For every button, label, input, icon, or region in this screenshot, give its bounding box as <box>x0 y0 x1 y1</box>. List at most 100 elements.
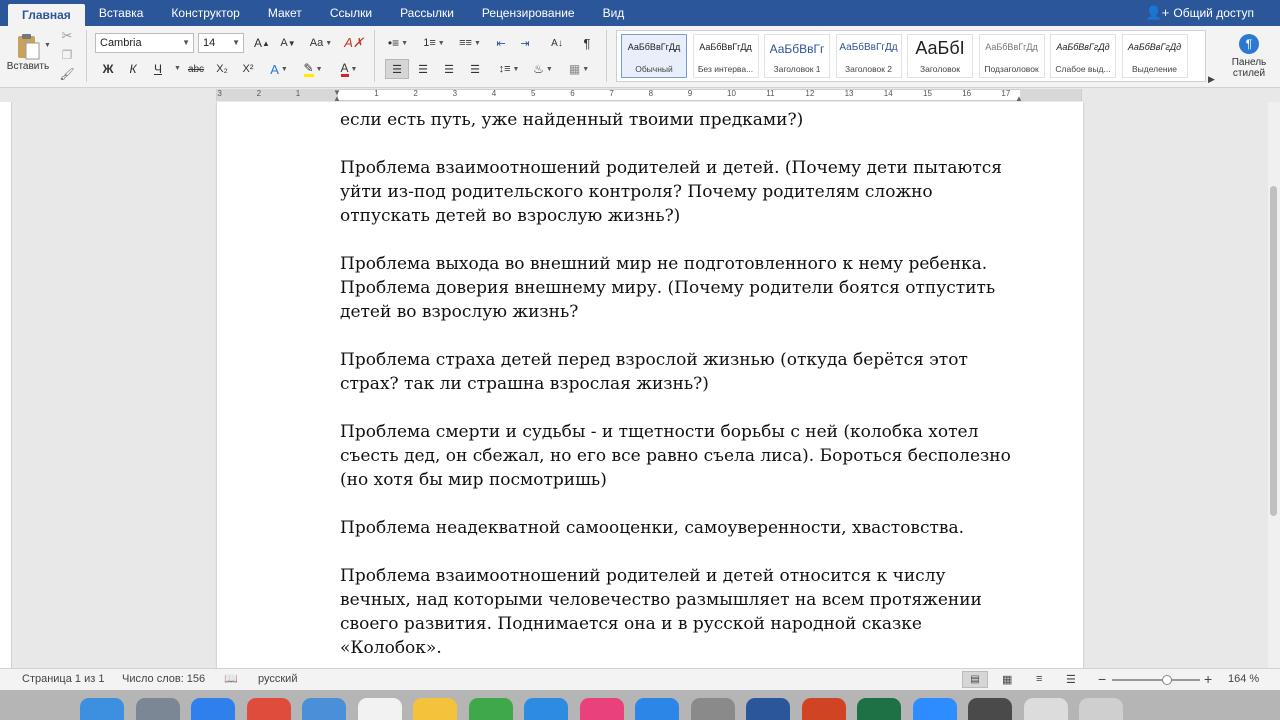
chrome-icon[interactable] <box>246 698 291 720</box>
copy-button[interactable]: ❐ <box>58 47 76 63</box>
shading-button[interactable]: ♨ ▼ <box>528 59 558 79</box>
style-7[interactable]: АаБбВвГгДд Выделение <box>1121 34 1188 78</box>
italic-button[interactable]: К <box>122 59 144 79</box>
style-1[interactable]: АаБбВвГгДд Без интерва... <box>692 34 759 78</box>
zoom-out-button[interactable]: − <box>1098 671 1106 687</box>
preview-icon[interactable] <box>1023 698 1068 720</box>
quicktime-icon[interactable] <box>968 698 1012 720</box>
page-count[interactable]: Страница 1 из 1 <box>22 673 104 685</box>
align-left-button[interactable]: ☰ <box>385 59 409 79</box>
horizontal-ruler[interactable]: 3 2 1 1 2 3 4 5 6 7 8 9 10 11 12 13 14 15 16 17 ▼ ▲ ▲ <box>0 88 1280 103</box>
numbers-icon[interactable] <box>468 698 513 720</box>
paragraph-5[interactable]: Проблема неадекватной самооценки, самоув… <box>340 516 1030 540</box>
style-5[interactable]: АаБбВвГгДд Подзаголовок <box>978 34 1045 78</box>
cut-button[interactable]: ✂ <box>58 28 76 44</box>
zoom-icon[interactable] <box>912 698 957 720</box>
word-count[interactable]: Число слов: 156 <box>122 673 205 685</box>
document-workspace[interactable]: если есть путь, уже найденный твоими пре… <box>12 102 1268 668</box>
mail-icon[interactable] <box>302 698 346 720</box>
system-preferences-icon[interactable] <box>690 698 735 720</box>
itunes-icon[interactable] <box>579 698 624 720</box>
share-button[interactable]: 👤+ Общий доступ <box>1146 0 1254 26</box>
trash-icon[interactable] <box>1079 698 1123 720</box>
zoom-in-button[interactable]: + <box>1204 671 1212 687</box>
paragraph-0[interactable]: если есть путь, уже найденный твоими пре… <box>340 108 1030 132</box>
notes-icon[interactable] <box>413 698 457 720</box>
superscript-button[interactable]: X² <box>237 59 259 79</box>
style-6[interactable]: АаБбВвГгДд Слабое выд... <box>1050 34 1116 78</box>
grow-font-button[interactable]: A ▲ <box>250 33 274 53</box>
underline-button[interactable]: Ч <box>147 59 169 79</box>
tab-6[interactable]: Рецензирование <box>468 0 589 26</box>
strikethrough-button[interactable]: abc <box>184 59 208 79</box>
style-4[interactable]: АаБбI Заголовок <box>907 34 973 78</box>
font-size-select[interactable]: 14 ▼ <box>198 33 244 53</box>
style-0[interactable]: АаБбВвГгДд Обычный <box>621 34 687 78</box>
clear-formatting-button[interactable]: A✗ <box>342 33 366 53</box>
styles-pane-button[interactable]: ¶ Панель стилей <box>1224 32 1274 84</box>
calendar-icon[interactable] <box>357 698 402 720</box>
font-family-select[interactable]: Cambria ▼ <box>95 33 194 53</box>
tab-4[interactable]: Ссылки <box>316 0 386 26</box>
proofing-icon[interactable]: 📖 <box>224 672 238 685</box>
borders-button[interactable]: ▦ ▼ <box>562 59 596 79</box>
tab-7[interactable]: Вид <box>589 0 639 26</box>
paste-button[interactable]: Вставить <box>6 28 50 76</box>
format-painter-button[interactable]: 🖌 <box>58 66 76 82</box>
powerpoint-icon[interactable] <box>801 698 846 720</box>
zoom-slider[interactable] <box>1112 675 1200 685</box>
app-store-icon[interactable] <box>635 698 679 720</box>
style-3[interactable]: АаБбВвГгДд Заголовок 2 <box>835 34 902 78</box>
vertical-scrollbar[interactable] <box>1268 102 1280 668</box>
align-center-button[interactable]: ☰ <box>411 59 435 79</box>
zoom-slider-thumb[interactable] <box>1161 675 1172 685</box>
paragraph-3[interactable]: Проблема страха детей перед взрослой жиз… <box>340 348 1030 396</box>
paragraph-6[interactable]: Проблема взаимоотношений родителей и дет… <box>340 564 1030 660</box>
launchpad-icon[interactable] <box>135 698 180 720</box>
align-right-button[interactable]: ☰ <box>437 59 461 79</box>
highlight-button[interactable]: ✎ ▼ <box>298 59 328 79</box>
print-layout-button[interactable]: ▤ <box>962 671 988 688</box>
paragraph-4[interactable]: Проблема смерти и судьбы - и тщетности б… <box>340 420 1030 492</box>
word-icon[interactable] <box>746 698 790 720</box>
tab-1[interactable]: Вставка <box>85 0 158 26</box>
language[interactable]: русский <box>258 673 297 685</box>
outline-view-icon[interactable]: ≡ <box>1036 673 1042 685</box>
document-body[interactable]: если есть путь, уже найденный твоими пре… <box>340 108 1030 668</box>
font-color-button[interactable]: A ▼ <box>334 59 364 79</box>
decrease-indent-button[interactable]: ⇤ <box>490 33 512 53</box>
numbering-button[interactable]: 1≡ ▼ <box>418 33 450 53</box>
justify-button[interactable]: ☰ <box>463 59 487 79</box>
shrink-font-button[interactable]: A ▼ <box>276 33 300 53</box>
subscript-button[interactable]: X₂ <box>211 59 233 79</box>
draft-view-icon[interactable]: ☰ <box>1066 673 1076 686</box>
gallery-next-icon[interactable]: ▶ <box>1208 74 1215 85</box>
show-marks-button[interactable]: ¶ <box>576 33 598 53</box>
tab-0[interactable]: Главная <box>8 4 85 26</box>
multilevel-list-button[interactable]: ≡≡ ▼ <box>454 33 486 53</box>
underline-dropdown-icon[interactable]: ▼ <box>174 65 181 72</box>
paragraph-2[interactable]: Проблема выхода во внешний мир не подгот… <box>340 252 1030 324</box>
bullets-button[interactable]: •≡ ▼ <box>382 33 414 53</box>
keynote-icon[interactable] <box>524 698 568 720</box>
scrollbar-thumb[interactable] <box>1270 186 1277 516</box>
line-spacing-button[interactable]: ↕≡ ▼ <box>494 59 524 79</box>
paragraph-1[interactable]: Проблема взаимоотношений родителей и дет… <box>340 156 1030 228</box>
change-case-button[interactable]: Aa ▼ <box>306 33 336 53</box>
zoom-level[interactable]: 164 % <box>1228 673 1259 685</box>
tab-3[interactable]: Макет <box>254 0 316 26</box>
text-effects-button[interactable]: A ▼ <box>264 59 294 79</box>
safari-icon[interactable] <box>191 698 235 720</box>
sort-button[interactable]: A↓ <box>546 33 568 53</box>
finder-icon[interactable] <box>80 698 124 720</box>
tab-2[interactable]: Конструктор <box>157 0 253 26</box>
excel-icon[interactable] <box>857 698 901 720</box>
vertical-ruler[interactable] <box>0 102 12 668</box>
style-2[interactable]: АаБбВвГг Заголовок 1 <box>764 34 830 78</box>
paste-dropdown-icon[interactable]: ▼ <box>44 42 51 49</box>
document-page[interactable]: если есть путь, уже найденный твоими пре… <box>217 102 1083 668</box>
web-layout-icon[interactable]: ▦ <box>1002 673 1012 686</box>
tab-5[interactable]: Рассылки <box>386 0 468 26</box>
increase-indent-button[interactable]: ⇥ <box>514 33 536 53</box>
bold-button[interactable]: Ж <box>97 59 119 79</box>
